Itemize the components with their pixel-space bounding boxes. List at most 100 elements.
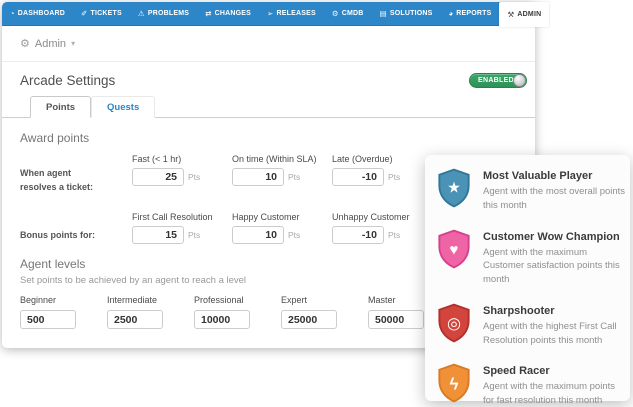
tab-points[interactable]: Points [30,96,91,118]
heart-shield-icon: ♥ [437,229,471,287]
intermediate-label: Intermediate [107,295,194,305]
screenshot-stage: ◔ DASHBOARD ✐ TICKETS ⚠ PROBLEMS ⇄ CHANG… [0,0,633,407]
nav-label: RELEASES [276,10,315,17]
breadcrumb-label: Admin [35,38,66,50]
fcr-label: First Call Resolution [132,212,232,222]
professional-level: Professional [194,295,281,330]
nav-item-dashboard[interactable]: ◔ DASHBOARD [2,2,73,25]
page-header: Arcade Settings ENABLED [2,62,535,88]
badge-description: Agent with the maximum points for fast r… [483,380,626,407]
book-icon: ▤ [380,9,387,18]
beginner-label: Beginner [20,295,107,305]
svg-text:ϟ: ϟ [450,375,459,394]
trophies-card: ★ Most Valuable Player Agent with the mo… [425,155,630,401]
badge-title: Sharpshooter [483,305,626,317]
bug-icon: ⚠ [138,9,145,18]
pts-suffix: Pts [288,230,300,240]
resolve-row-label: When agent resolves a ticket: [20,167,102,194]
page-title: Arcade Settings [20,73,517,88]
gear-icon: ⚙ [332,9,339,18]
award-points-heading: Award points [20,131,517,145]
bolt-shield-icon: ϟ [437,363,471,407]
pts-suffix: Pts [288,172,300,182]
pts-suffix: Pts [188,172,200,182]
nav-item-cmdb[interactable]: ⚙ CMDB [324,2,372,25]
gear-icon: ⚙ [20,37,30,50]
nav-label: CHANGES [215,10,251,17]
expert-input[interactable] [281,310,337,329]
nav-label: TICKETS [91,10,122,17]
nav-item-solutions[interactable]: ▤ SOLUTIONS [372,2,441,25]
breadcrumb[interactable]: ⚙ Admin ▾ [2,26,535,62]
nav-item-reports[interactable]: ◕ REPORTS [441,2,500,25]
badge-sharpshooter: ◎ Sharpshooter Agent with the highest Fi… [437,303,618,348]
late-points-input[interactable] [332,168,384,186]
top-navbar: ◔ DASHBOARD ✐ TICKETS ⚠ PROBLEMS ⇄ CHANG… [2,2,535,26]
ontime-label: On time (Within SLA) [232,154,332,164]
intermediate-input[interactable] [107,310,163,329]
target-shield-icon: ◎ [437,303,471,348]
nav-label: CMDB [342,10,364,17]
pts-suffix: Pts [188,230,200,240]
happy-points-input[interactable] [232,226,284,244]
tab-bar: Points Quests [2,96,535,118]
nav-item-admin[interactable]: ⚒ ADMIN [499,2,549,27]
pts-suffix: Pts [388,172,400,182]
nav-label: PROBLEMS [148,10,189,17]
rocket-icon: ➢ [267,9,273,18]
unhappy-points-input[interactable] [332,226,384,244]
fcr-field: First Call Resolution Pts [132,212,232,244]
unhappy-field: Unhappy Customer Pts [332,212,432,244]
master-input[interactable] [368,310,424,329]
badge-customer-wow-champion: ♥ Customer Wow Champion Agent with the m… [437,229,618,287]
badge-title: Speed Racer [483,365,626,377]
professional-input[interactable] [194,310,250,329]
chart-icon: ◕ [449,9,454,18]
gauge-icon: ◔ [10,9,15,18]
nav-item-changes[interactable]: ⇄ CHANGES [197,2,259,25]
fast-points-input[interactable] [132,168,184,186]
unhappy-label: Unhappy Customer [332,212,432,222]
happy-label: Happy Customer [232,212,332,222]
svg-text:♥: ♥ [450,241,459,258]
ontime-points-input[interactable] [232,168,284,186]
badge-description: Agent with the most overall points this … [483,185,626,213]
star-shield-icon: ★ [437,168,471,213]
badge-description: Agent with the maximum Customer satisfac… [483,246,626,287]
badge-description: Agent with the highest First Call Resolu… [483,320,626,348]
svg-text:◎: ◎ [447,314,461,332]
beginner-input[interactable] [20,310,76,329]
happy-field: Happy Customer Pts [232,212,332,244]
enabled-toggle-label: ENABLED [478,77,514,84]
swap-icon: ⇄ [205,9,211,18]
expert-level: Expert [281,295,368,330]
expert-label: Expert [281,295,368,305]
ontime-field: On time (Within SLA) Pts [232,154,332,195]
badge-most-valuable-player: ★ Most Valuable Player Agent with the mo… [437,168,618,213]
fast-field: Fast (< 1 hr) Pts [132,154,232,195]
badge-title: Customer Wow Champion [483,231,626,243]
nav-label: DASHBOARD [18,10,65,17]
pts-suffix: Pts [388,230,400,240]
nav-item-tickets[interactable]: ✐ TICKETS [73,2,130,25]
fcr-points-input[interactable] [132,226,184,244]
nav-label: REPORTS [456,10,491,17]
professional-label: Professional [194,295,281,305]
badge-title: Most Valuable Player [483,170,626,182]
tab-quests[interactable]: Quests [91,96,155,118]
chevron-down-icon: ▾ [71,39,75,48]
toggle-knob [513,74,526,87]
late-field: Late (Overdue) Pts [332,154,432,195]
beginner-level: Beginner [20,295,107,330]
nav-label: ADMIN [517,11,541,18]
ticket-icon: ✐ [81,9,87,18]
late-label: Late (Overdue) [332,154,432,164]
enabled-toggle[interactable]: ENABLED [469,73,527,88]
bonus-row-label: Bonus points for: [20,229,102,243]
nav-item-problems[interactable]: ⚠ PROBLEMS [130,2,197,25]
svg-text:★: ★ [447,180,461,197]
intermediate-level: Intermediate [107,295,194,330]
nav-label: SOLUTIONS [390,10,433,17]
fast-label: Fast (< 1 hr) [132,154,232,164]
nav-item-releases[interactable]: ➢ RELEASES [259,2,324,25]
